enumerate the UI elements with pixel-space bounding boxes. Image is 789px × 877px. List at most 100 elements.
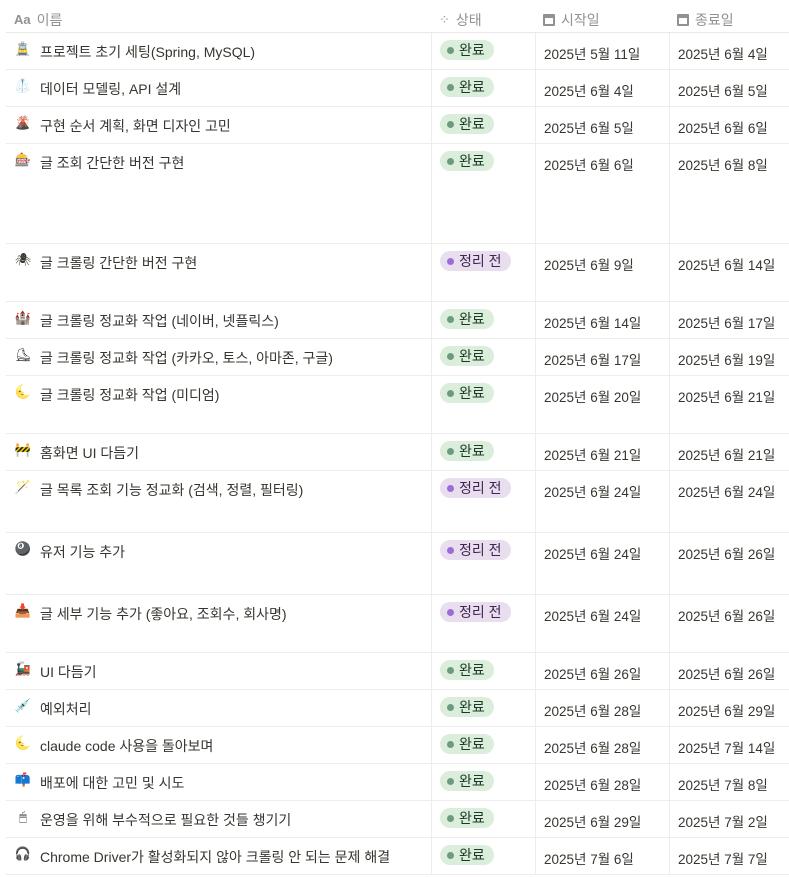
table-row[interactable]: 🎰 글 조회 간단한 버전 구현 완료 2025년 6월 6일 2025년 6월… <box>6 144 789 244</box>
status-cell[interactable]: 정리 전 <box>431 244 535 301</box>
status-cell[interactable]: 정리 전 <box>431 533 535 594</box>
table-row[interactable]: 🕷 글 크롤링 간단한 버전 구현 정리 전 2025년 6월 9일 2025년… <box>6 244 789 302</box>
end-date-cell[interactable]: 2025년 6월 17일 <box>669 302 789 338</box>
end-date-cell[interactable]: 2025년 6월 26일 <box>669 533 789 594</box>
name-cell[interactable]: 🎱 유저 기능 추가 <box>6 533 431 594</box>
start-date-cell[interactable]: 2025년 6월 24일 <box>535 533 669 594</box>
status-cell[interactable]: 정리 전 <box>431 595 535 652</box>
name-cell[interactable]: 📥 글 세부 기능 추가 (좋아요, 조회수, 회사명) <box>6 595 431 652</box>
name-cell[interactable]: 🪄 글 목록 조회 기능 정교화 (검색, 정렬, 필터링) <box>6 471 431 532</box>
table-row[interactable]: ⛸ 글 크롤링 정교화 작업 (카카오, 토스, 아마존, 구글) 완료 202… <box>6 339 789 376</box>
status-cell[interactable]: 완료 <box>431 70 535 106</box>
status-cell[interactable]: 완료 <box>431 653 535 689</box>
table-row[interactable]: 📫 배포에 대한 고민 및 시도 완료 2025년 6월 28일 2025년 7… <box>6 764 789 801</box>
table-row[interactable]: 🪄 글 목록 조회 기능 정교화 (검색, 정렬, 필터링) 정리 전 2025… <box>6 471 789 533</box>
page-title[interactable]: 글 목록 조회 기능 정교화 (검색, 정렬, 필터링) <box>40 479 303 532</box>
name-cell[interactable]: 🚊 프로젝트 초기 세팅(Spring, MySQL) <box>6 33 431 69</box>
end-date-cell[interactable]: 2025년 6월 29일 <box>669 690 789 726</box>
start-date-cell[interactable]: 2025년 6월 14일 <box>535 302 669 338</box>
status-cell[interactable]: 완료 <box>431 107 535 143</box>
table-row[interactable]: 🌜 claude code 사용을 돌아보며 완료 2025년 6월 28일 2… <box>6 727 789 764</box>
status-cell[interactable]: 완료 <box>431 690 535 726</box>
page-title[interactable]: 구현 순서 계획, 화면 디자인 고민 <box>40 115 231 143</box>
start-date-cell[interactable]: 2025년 6월 24일 <box>535 471 669 532</box>
page-title[interactable]: claude code 사용을 돌아보며 <box>40 735 213 763</box>
page-title[interactable]: Chrome Driver가 활성화되지 않아 크롤링 안 되는 문제 해결 <box>40 846 390 874</box>
name-cell[interactable]: 🚧 홈화면 UI 다듬기 <box>6 434 431 470</box>
start-date-cell[interactable]: 2025년 6월 28일 <box>535 764 669 800</box>
table-row[interactable]: 💉 예외처리 완료 2025년 6월 28일 2025년 6월 29일 <box>6 690 789 727</box>
start-date-cell[interactable]: 2025년 6월 29일 <box>535 801 669 837</box>
end-date-cell[interactable]: 2025년 6월 6일 <box>669 107 789 143</box>
name-cell[interactable]: 🎰 글 조회 간단한 버전 구현 <box>6 144 431 243</box>
table-row[interactable]: 🚊 프로젝트 초기 세팅(Spring, MySQL) 완료 2025년 5월 … <box>6 33 789 70</box>
end-date-cell[interactable]: 2025년 6월 8일 <box>669 144 789 243</box>
start-date-cell[interactable]: 2025년 6월 28일 <box>535 727 669 763</box>
end-date-cell[interactable]: 2025년 7월 8일 <box>669 764 789 800</box>
table-row[interactable]: 🚂 UI 다듬기 완료 2025년 6월 26일 2025년 6월 26일 <box>6 653 789 690</box>
start-date-cell[interactable]: 2025년 5월 11일 <box>535 33 669 69</box>
end-date-cell[interactable]: 2025년 7월 2일 <box>669 801 789 837</box>
page-title[interactable]: 글 조회 간단한 버전 구현 <box>40 152 184 243</box>
page-title[interactable]: 유저 기능 추가 <box>40 541 125 594</box>
start-date-cell[interactable]: 2025년 6월 26일 <box>535 653 669 689</box>
page-title[interactable]: 프로젝트 초기 세팅(Spring, MySQL) <box>40 41 255 69</box>
column-header-status[interactable]: ⁘ 상태 <box>431 0 535 32</box>
start-date-cell[interactable]: 2025년 6월 24일 <box>535 595 669 652</box>
table-row[interactable]: 🌜 글 크롤링 정교화 작업 (미디엄) 완료 2025년 6월 20일 202… <box>6 376 789 434</box>
table-row[interactable]: 🎱 유저 기능 추가 정리 전 2025년 6월 24일 2025년 6월 26… <box>6 533 789 595</box>
start-date-cell[interactable]: 2025년 6월 9일 <box>535 244 669 301</box>
table-row[interactable]: 🖱 운영을 위해 부수적으로 필요한 것들 챙기기 완료 2025년 6월 29… <box>6 801 789 838</box>
status-cell[interactable]: 완료 <box>431 801 535 837</box>
page-title[interactable]: 글 크롤링 간단한 버전 구현 <box>40 252 197 301</box>
status-cell[interactable]: 완료 <box>431 144 535 243</box>
name-cell[interactable]: 🎧 Chrome Driver가 활성화되지 않아 크롤링 안 되는 문제 해결 <box>6 838 431 874</box>
start-date-cell[interactable]: 2025년 6월 6일 <box>535 144 669 243</box>
name-cell[interactable]: 🌜 claude code 사용을 돌아보며 <box>6 727 431 763</box>
status-cell[interactable]: 완료 <box>431 764 535 800</box>
page-title[interactable]: 데이터 모델링, API 설계 <box>40 78 181 106</box>
column-header-end[interactable]: 종료일 <box>669 0 789 32</box>
table-row[interactable]: 🎧 Chrome Driver가 활성화되지 않아 크롤링 안 되는 문제 해결… <box>6 838 789 875</box>
name-cell[interactable]: 🌜 글 크롤링 정교화 작업 (미디엄) <box>6 376 431 433</box>
name-cell[interactable]: 🕷 글 크롤링 간단한 버전 구현 <box>6 244 431 301</box>
table-row[interactable]: 🏰 글 크롤링 정교화 작업 (네이버, 넷플릭스) 완료 2025년 6월 1… <box>6 302 789 339</box>
name-cell[interactable]: 🥼 데이터 모델링, API 설계 <box>6 70 431 106</box>
end-date-cell[interactable]: 2025년 6월 21일 <box>669 376 789 433</box>
name-cell[interactable]: 💉 예외처리 <box>6 690 431 726</box>
start-date-cell[interactable]: 2025년 7월 6일 <box>535 838 669 874</box>
table-row[interactable]: 🚧 홈화면 UI 다듬기 완료 2025년 6월 21일 2025년 6월 21… <box>6 434 789 471</box>
page-title[interactable]: 글 크롤링 정교화 작업 (카카오, 토스, 아마존, 구글) <box>40 347 333 375</box>
start-date-cell[interactable]: 2025년 6월 4일 <box>535 70 669 106</box>
end-date-cell[interactable]: 2025년 6월 19일 <box>669 339 789 375</box>
table-row[interactable]: 🌋 구현 순서 계획, 화면 디자인 고민 완료 2025년 6월 5일 202… <box>6 107 789 144</box>
page-title[interactable]: 운영을 위해 부수적으로 필요한 것들 챙기기 <box>40 809 291 837</box>
end-date-cell[interactable]: 2025년 6월 24일 <box>669 471 789 532</box>
start-date-cell[interactable]: 2025년 6월 21일 <box>535 434 669 470</box>
end-date-cell[interactable]: 2025년 6월 26일 <box>669 595 789 652</box>
end-date-cell[interactable]: 2025년 6월 21일 <box>669 434 789 470</box>
page-title[interactable]: 예외처리 <box>40 698 92 726</box>
name-cell[interactable]: ⛸ 글 크롤링 정교화 작업 (카카오, 토스, 아마존, 구글) <box>6 339 431 375</box>
page-title[interactable]: 홈화면 UI 다듬기 <box>40 442 139 470</box>
end-date-cell[interactable]: 2025년 6월 14일 <box>669 244 789 301</box>
status-cell[interactable]: 완료 <box>431 838 535 874</box>
status-cell[interactable]: 완료 <box>431 434 535 470</box>
status-cell[interactable]: 정리 전 <box>431 471 535 532</box>
end-date-cell[interactable]: 2025년 7월 7일 <box>669 838 789 874</box>
name-cell[interactable]: 🖱 운영을 위해 부수적으로 필요한 것들 챙기기 <box>6 801 431 837</box>
start-date-cell[interactable]: 2025년 6월 28일 <box>535 690 669 726</box>
table-row[interactable]: 🥼 데이터 모델링, API 설계 완료 2025년 6월 4일 2025년 6… <box>6 70 789 107</box>
start-date-cell[interactable]: 2025년 6월 17일 <box>535 339 669 375</box>
status-cell[interactable]: 완료 <box>431 33 535 69</box>
status-cell[interactable]: 완료 <box>431 727 535 763</box>
page-title[interactable]: 글 크롤링 정교화 작업 (미디엄) <box>40 384 219 433</box>
column-header-start[interactable]: 시작일 <box>535 0 669 32</box>
end-date-cell[interactable]: 2025년 6월 26일 <box>669 653 789 689</box>
page-title[interactable]: 배포에 대한 고민 및 시도 <box>40 772 184 800</box>
page-title[interactable]: 글 크롤링 정교화 작업 (네이버, 넷플릭스) <box>40 310 279 338</box>
name-cell[interactable]: 🌋 구현 순서 계획, 화면 디자인 고민 <box>6 107 431 143</box>
start-date-cell[interactable]: 2025년 6월 20일 <box>535 376 669 433</box>
page-title[interactable]: UI 다듬기 <box>40 661 97 689</box>
table-row[interactable]: 📥 글 세부 기능 추가 (좋아요, 조회수, 회사명) 정리 전 2025년 … <box>6 595 789 653</box>
